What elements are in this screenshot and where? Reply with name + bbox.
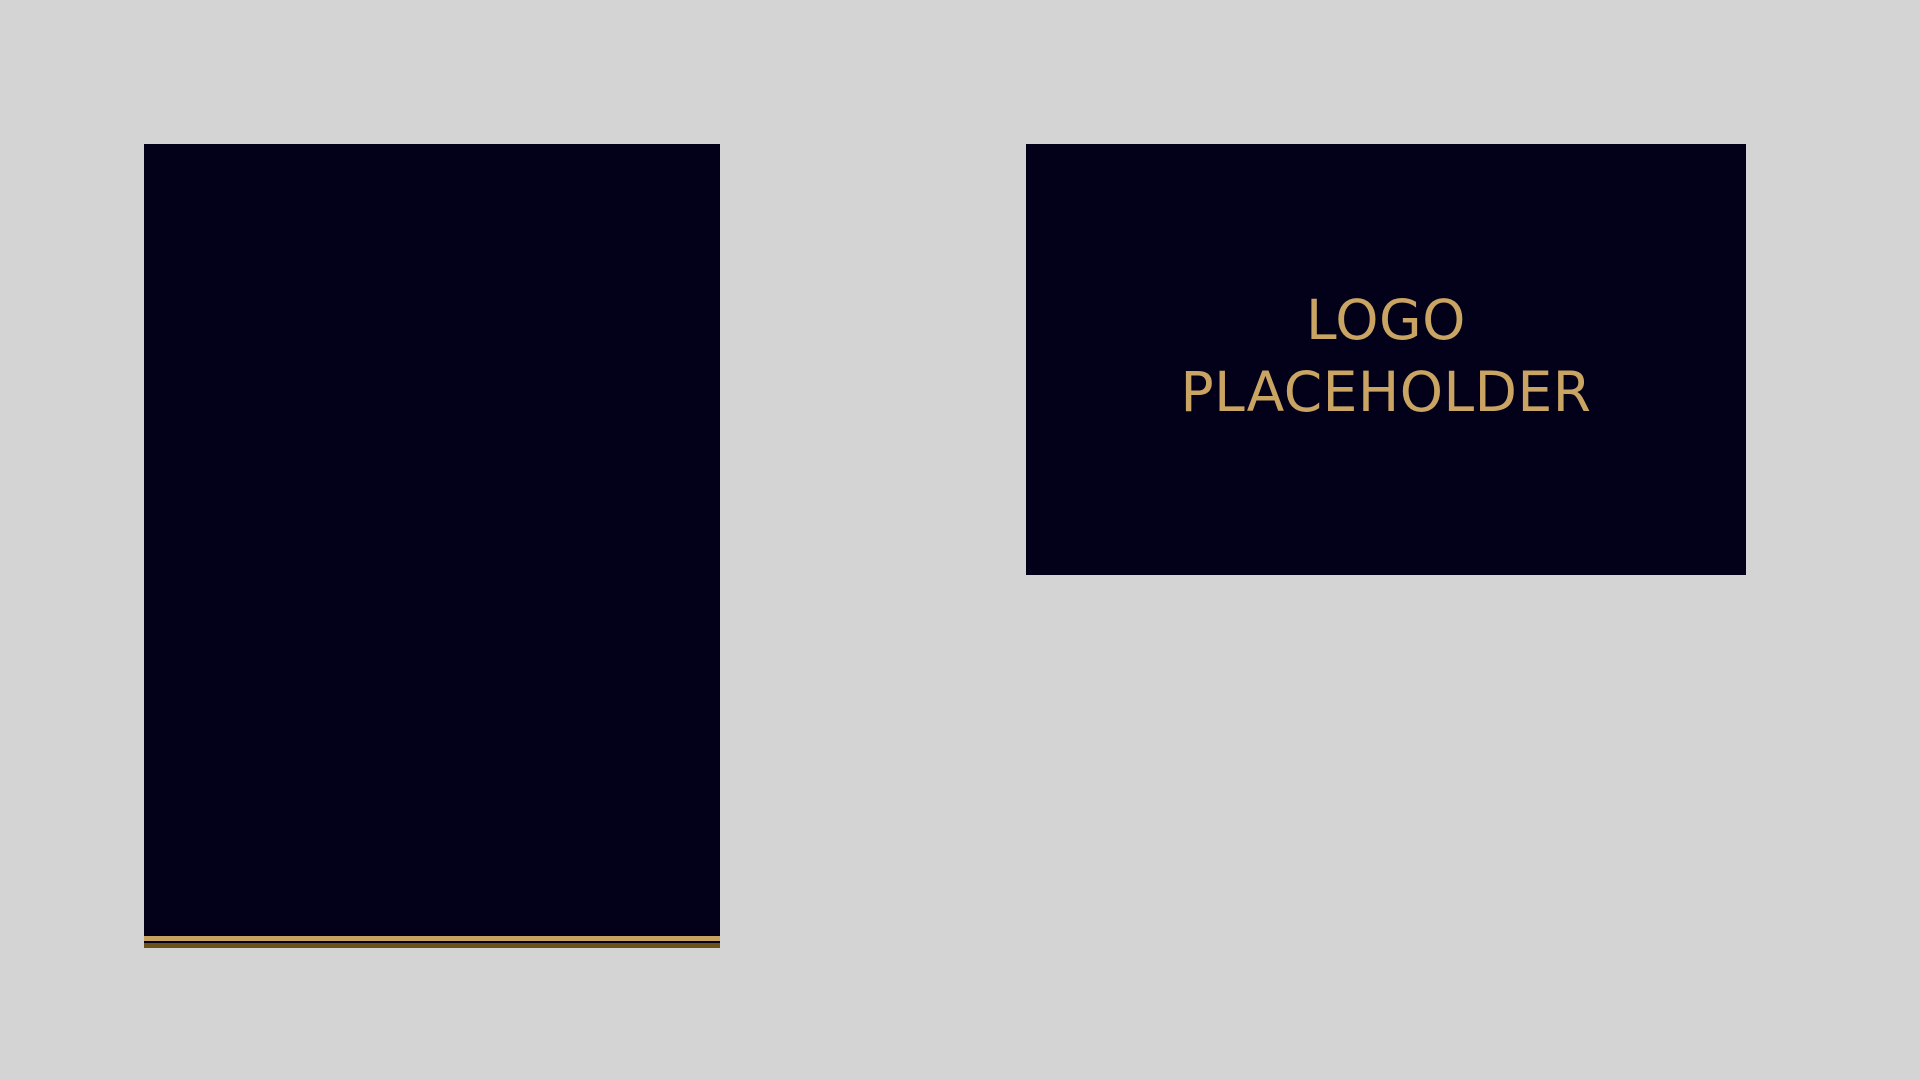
logo-line-2: PLACEHOLDER [1180,359,1592,424]
logo-placeholder-text: LOGO PLACEHOLDER [1181,284,1592,428]
logo-placeholder-panel: LOGO PLACEHOLDER [1026,144,1746,575]
left-panel-gold-accent-stripe [144,936,720,948]
logo-line-1: LOGO [1306,287,1466,352]
left-image-placeholder-panel [144,144,720,936]
